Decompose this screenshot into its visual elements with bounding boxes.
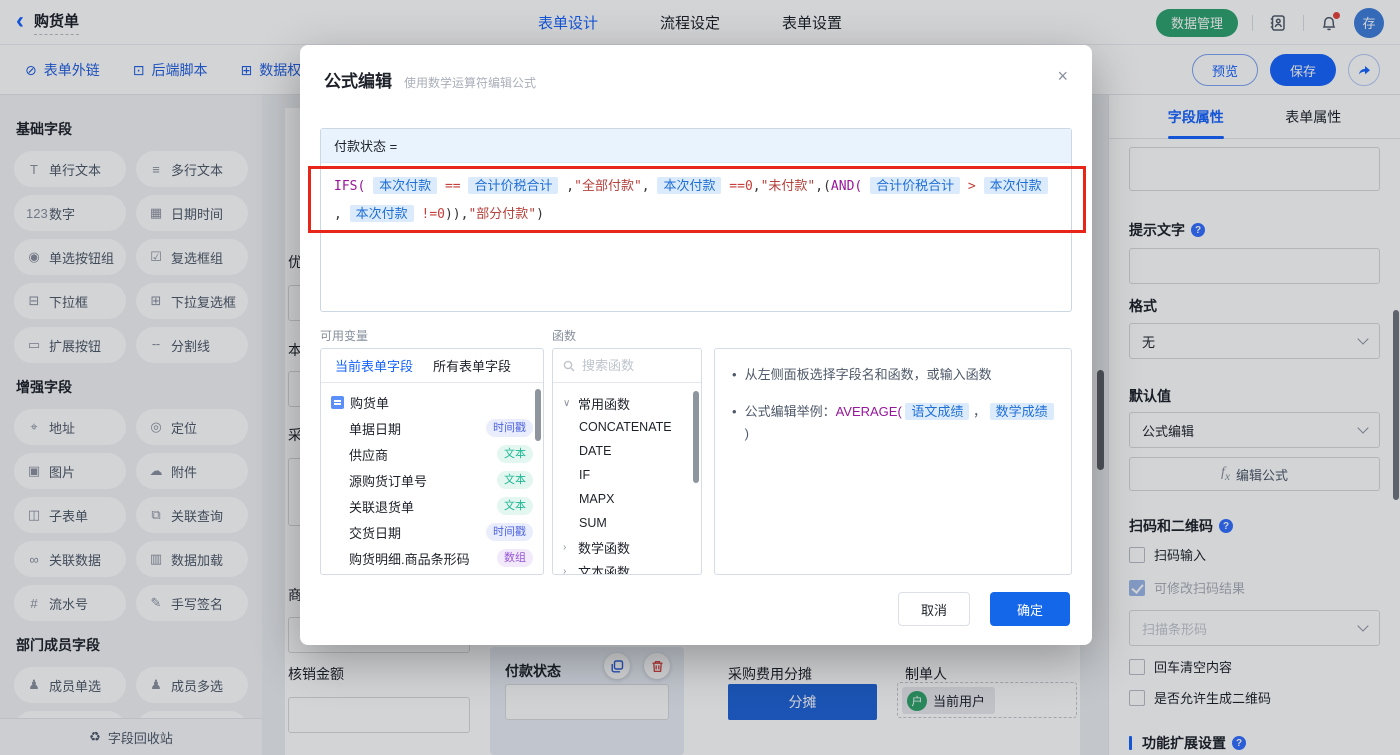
variable-row-关联退货单[interactable]: 关联退货单 文本 [331,493,537,519]
function-CONCATENATE[interactable]: CONCATENATE [563,415,697,439]
tip-field-chip: 语文成绩 [905,403,970,420]
formula-token: AND( [830,179,871,194]
formula-edit-modal: 公式编辑 使用数学运算符编辑公式 × 付款状态 = IFS( 本次付款 == 合… [300,45,1092,645]
function-group-数学函数[interactable]: › 数学函数 [563,535,697,559]
variable-type-badge: 时间戳 [486,523,533,541]
variable-row-单据日期[interactable]: 单据日期 时间戳 [331,415,537,441]
variable-name: 源购货订单号 [349,473,428,489]
variable-type-badge: 文本 [497,497,533,515]
tip-text: 公式编辑举例： [744,404,836,419]
formula-field-chip: 本次付款 [349,205,414,222]
formula-target: 付款状态 = [321,129,1071,163]
formula-field-chip: 本次付款 [657,177,722,194]
function-search[interactable] [553,349,701,383]
variable-row-交货日期[interactable]: 交货日期 时间戳 [331,519,537,545]
variable-tree-root[interactable]: 购货单 [331,390,537,415]
function-search-input[interactable] [582,358,682,373]
formula-field-chip: 合计价税合计 [870,177,961,194]
variable-name: 供应商 [349,447,389,463]
formula-token: IFS( [334,179,374,194]
formula-token: "全部付款" [574,179,642,194]
function-MAPX[interactable]: MAPX [563,487,697,511]
function-group-label: 数学函数 [578,540,631,556]
formula-token: "部分付款" [468,207,537,222]
variables-panel: 当前表单字段 所有表单字段 购货单 单据日期 时间戳 供应商 文本 源购货订单号 文本 关联退… [320,348,544,575]
variable-name: 单据日期 [349,421,402,437]
tip-text: ) [744,426,749,441]
functions-label: 函数 [552,329,577,343]
formula-field-chip: 本次付款 [983,177,1048,194]
formula-editor[interactable]: 付款状态 = IFS( 本次付款 == 合计价税合计 ,"全部付款", 本次付款… [320,128,1072,312]
formula-field-chip: 合计价税合计 [468,177,559,194]
variable-row-供应商[interactable]: 供应商 文本 [331,441,537,467]
formula-token: "未付款" [760,179,816,194]
tip-example: • 公式编辑举例：AVERAGE( 语文成绩 ， 数学成绩 ) [732,401,1054,445]
formula-token: > [960,179,984,194]
formula-token: ,( [815,179,831,194]
variable-row-源购货订单号[interactable]: 源购货订单号 文本 [331,467,537,493]
function-DATE[interactable]: DATE [563,439,697,463]
formula-token: , [558,179,575,194]
variable-name: 购货明细.商品条形码 [349,551,470,567]
functions-scrollbar[interactable] [693,391,699,483]
variable-type-badge: 时间戳 [486,419,533,437]
variables-tab-当前表单字段[interactable]: 当前表单字段 [335,356,413,375]
formula-expression[interactable]: IFS( 本次付款 == 合计价税合计 ,"全部付款", 本次付款 ==0,"未… [321,163,1071,237]
variable-type-badge: 文本 [497,471,533,489]
function-group-文本函数[interactable]: › 文本函数 [563,559,697,575]
variable-name: 交货日期 [349,525,402,541]
variable-type-badge: 数组 [497,549,533,567]
tip-line: • 从左侧面板选择字段名和函数，或输入函数 [732,367,992,382]
chevron-right-icon: › [563,565,567,575]
function-group-label: 文本函数 [578,564,631,575]
formula-token: , [752,179,761,194]
variable-name: 关联退货单 [349,499,415,515]
formula-token: == [437,179,469,194]
variables-scrollbar[interactable] [535,389,541,441]
tip-function-token: AVERAGE( [835,404,902,419]
chevron-right-icon: › [563,541,567,553]
confirm-button[interactable]: 确定 [990,592,1070,626]
functions-panel: ∨ 常用函数 CONCATENATEDATEIFMAPXSUM › 数学函数 › 文本函数 [552,348,702,575]
chevron-down-icon: ∨ [563,397,571,409]
function-SUM[interactable]: SUM [563,511,697,535]
variable-row-购货明细.商品条形码[interactable]: 购货明细.商品条形码 数组 [331,545,537,571]
search-icon [563,360,575,371]
variable-type-badge: 文本 [497,445,533,463]
formula-token: )), [444,207,469,222]
function-IF[interactable]: IF [563,463,697,487]
app-root: ‹ 购货单 表单设计 流程设定 表单设置 数据管理 存 ⊘ 表单外链 ⊡ 后端脚… [0,0,1400,755]
tips-panel: • 从左侧面板选择字段名和函数，或输入函数 • 公式编辑举例：AVERAGE( 语文… [714,348,1072,575]
function-group-label: 常用函数 [578,396,631,412]
formula-token: , [641,179,658,194]
function-group-常用函数[interactable]: ∨ 常用函数 [563,391,697,415]
form-doc-icon [331,396,344,409]
close-icon[interactable]: × [1057,67,1068,85]
modal-subtitle: 使用数学运算符编辑公式 [404,76,537,90]
tip-field-chip: 数学成绩 [989,403,1054,420]
variables-label: 可用变量 [320,329,369,343]
variables-tab-所有表单字段[interactable]: 所有表单字段 [433,356,511,375]
formula-token: ) [536,207,544,222]
cancel-button[interactable]: 取消 [898,592,970,626]
modal-title: 公式编辑 [324,72,392,91]
formula-token: !=0 [413,207,445,222]
formula-token: ==0 [721,179,753,194]
tip-text: ， [969,404,990,419]
formula-field-chip: 本次付款 [373,177,438,194]
